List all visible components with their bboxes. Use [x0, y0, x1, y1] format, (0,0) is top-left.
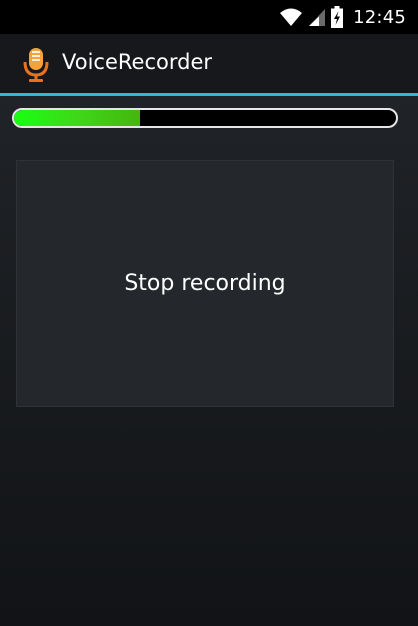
stop-recording-button[interactable]: Stop recording — [16, 160, 394, 407]
action-bar: VoiceRecorder — [0, 34, 418, 93]
wifi-icon — [280, 8, 303, 26]
status-time: 12:45 — [353, 6, 406, 28]
recording-progress-fill — [14, 110, 141, 126]
battery-charging-icon — [331, 6, 344, 28]
stop-recording-label: Stop recording — [124, 271, 286, 296]
signal-icon — [309, 9, 326, 26]
app-title: VoiceRecorder — [62, 50, 212, 74]
status-icons: 12:45 — [279, 6, 406, 28]
recording-progress-bar — [12, 108, 398, 128]
status-bar: 12:45 — [0, 0, 418, 34]
microphone-icon — [23, 48, 49, 82]
main-content: Stop recording — [0, 96, 418, 626]
